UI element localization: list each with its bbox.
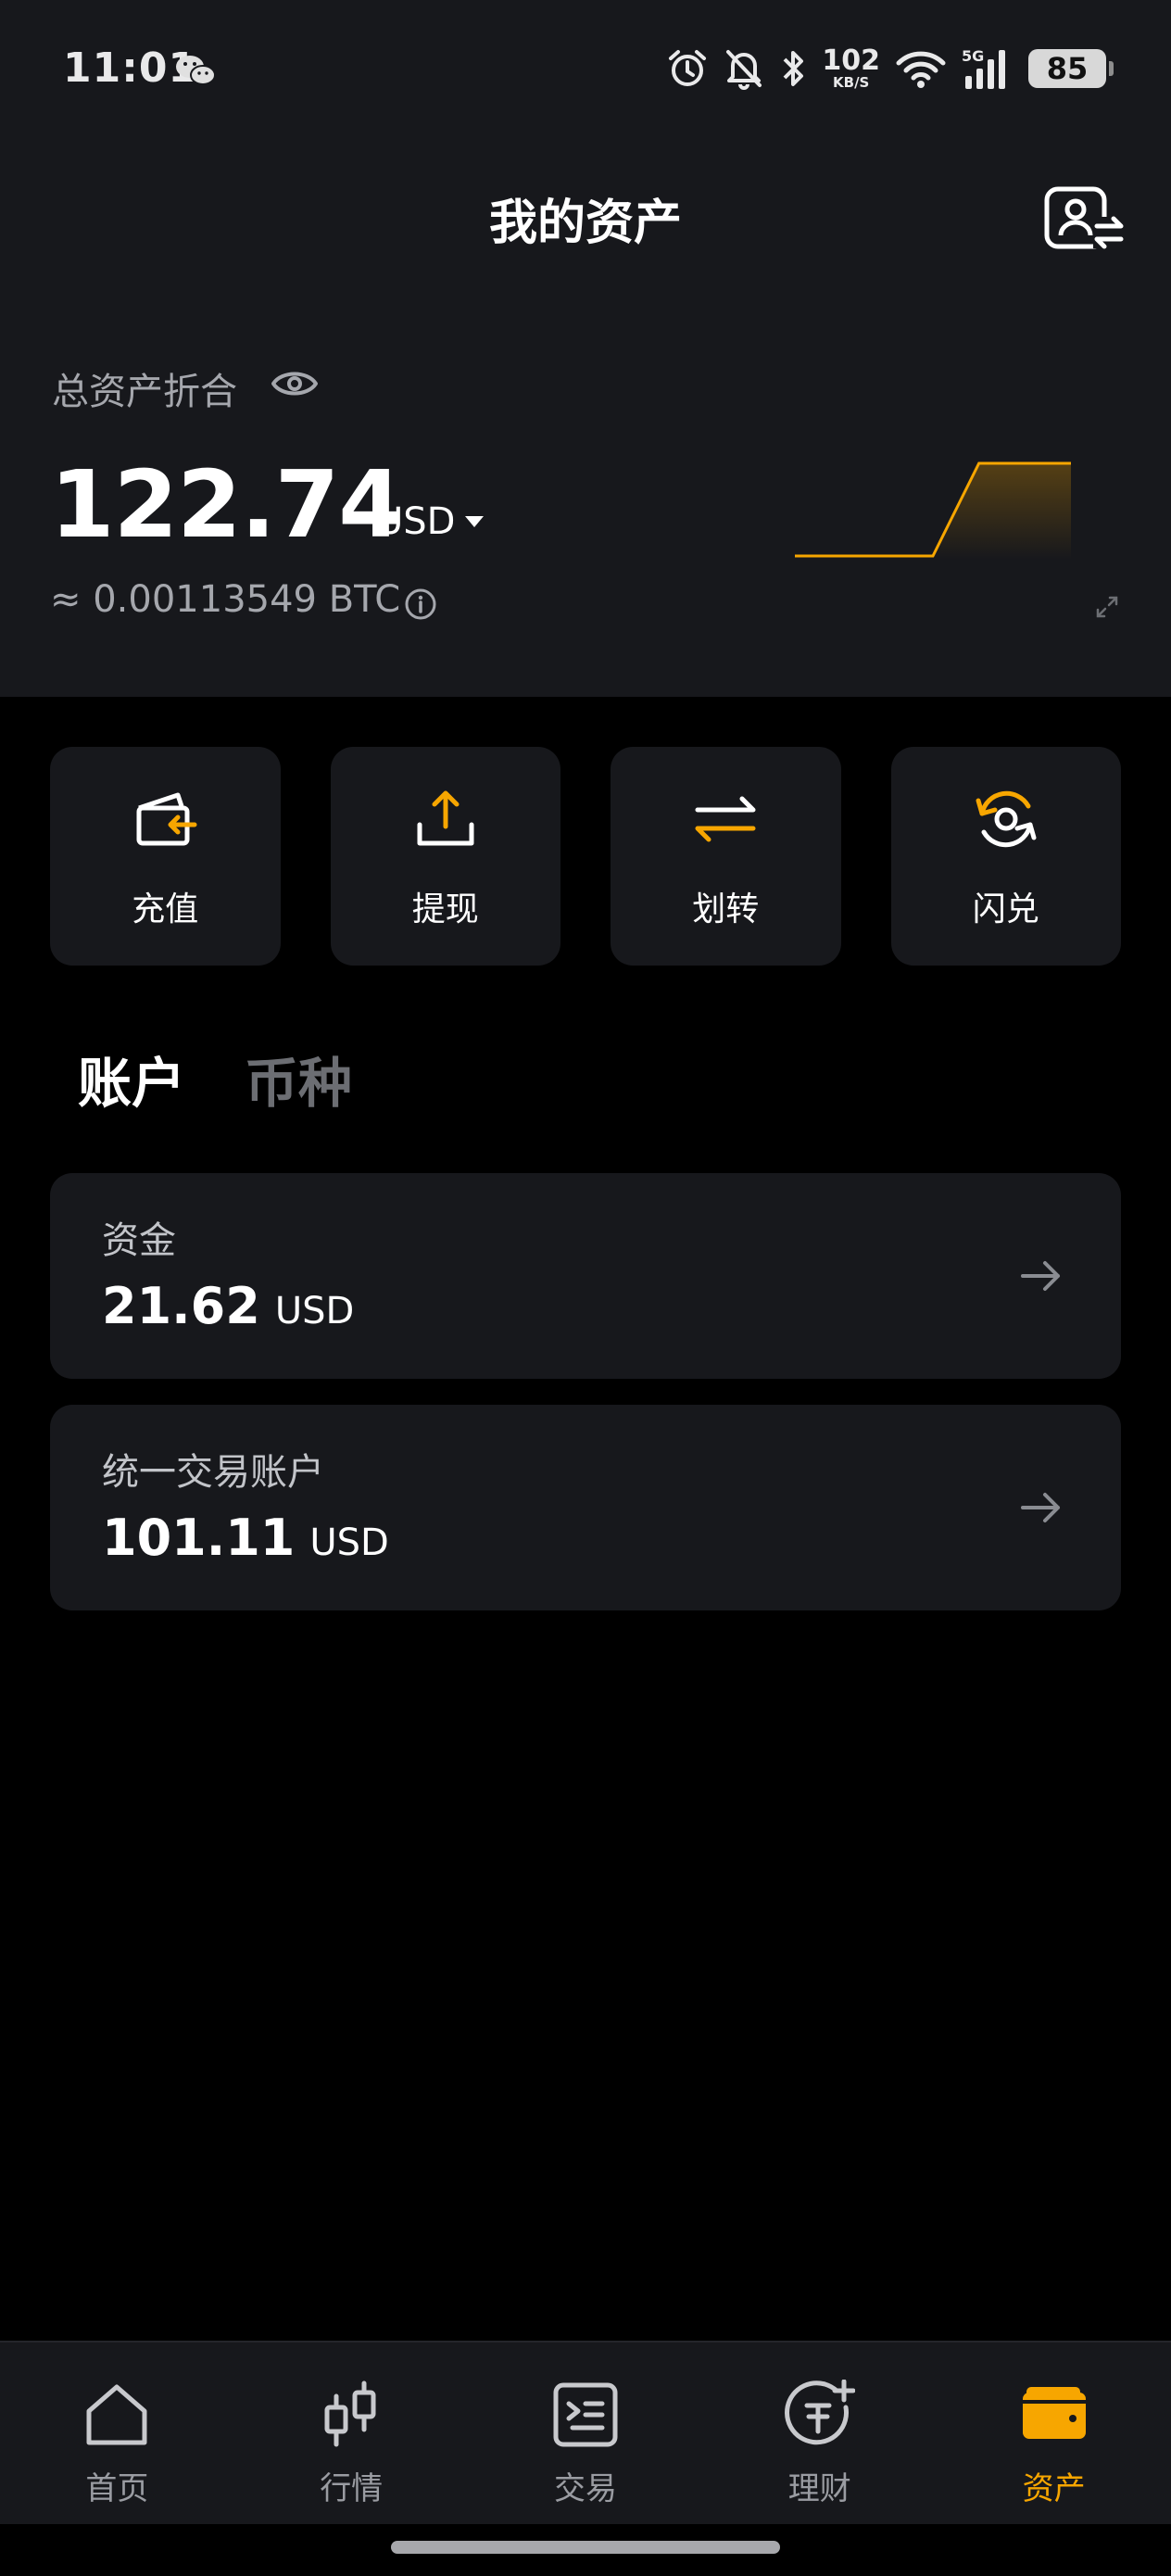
expand-icon[interactable] (1093, 593, 1121, 621)
account-name: 统一交易账户 (102, 1451, 324, 1494)
nav-label: 首页 (85, 2470, 149, 2507)
home-icon (86, 2384, 147, 2445)
caret-down-icon (465, 516, 485, 527)
header-panel: 11:01 102 KB/S 5G 85 我的资产 总资产折合 122.74 U… (0, 0, 1171, 697)
network-speed-unit: KB/S (833, 74, 870, 91)
status-bar: 11:01 102 KB/S 5G 85 (0, 0, 1171, 139)
candlestick-icon (324, 2380, 376, 2447)
deposit-label: 充值 (132, 890, 199, 928)
total-assets-label: 总资产折合 (52, 371, 237, 413)
account-balance: 21.62 USD (102, 1277, 354, 1335)
btc-equivalent: ≈ 0.00113549 BTC (50, 578, 401, 621)
convert-label: 闪兑 (972, 890, 1039, 928)
account-switch-icon[interactable] (1043, 185, 1125, 252)
bell-off-icon (726, 50, 762, 90)
nav-earn[interactable]: 理财 (702, 2342, 937, 2524)
bottom-nav: 首页 行情 交易 理财 资产 (0, 2341, 1171, 2524)
nav-trade[interactable]: 交易 (469, 2342, 703, 2524)
bluetooth-icon (783, 51, 804, 86)
withdraw-icon (417, 790, 474, 846)
convert-button[interactable]: 闪兑 (890, 747, 1121, 966)
nav-markets[interactable]: 行情 (234, 2342, 469, 2524)
nav-home[interactable]: 首页 (0, 2342, 234, 2524)
wechat-icon (176, 56, 216, 85)
status-icons: 102 KB/S 5G 85 (666, 41, 1114, 96)
info-icon[interactable] (404, 587, 437, 621)
wifi-icon (896, 51, 946, 88)
convert-icon (976, 790, 1037, 848)
arrow-right-icon (1021, 1261, 1060, 1291)
trend-area (795, 463, 1071, 560)
account-card-unified-trading[interactable]: 统一交易账户 101.11 USD (50, 1405, 1121, 1610)
account-balance-value: 21.62 (102, 1277, 260, 1335)
total-assets-value: 122.74 (50, 450, 403, 559)
account-balance-value: 101.11 (102, 1509, 296, 1567)
tab-coins[interactable]: 币种 (245, 1040, 352, 1118)
network-speed: 102 KB/S (822, 47, 880, 90)
deposit-button[interactable]: 充值 (50, 747, 281, 966)
withdraw-button[interactable]: 提现 (330, 747, 560, 966)
currency-label: USD (376, 500, 456, 543)
network-type-label: 5G (962, 47, 984, 65)
trade-icon (553, 2382, 618, 2447)
battery-icon: 85 (1028, 49, 1114, 88)
account-balance: 101.11 USD (102, 1509, 389, 1567)
earn-icon (784, 2380, 855, 2445)
nav-assets[interactable]: 资产 (937, 2342, 1171, 2524)
nav-label: 理财 (787, 2470, 851, 2507)
transfer-icon (695, 796, 756, 842)
account-card-funding[interactable]: 资金 21.62 USD (50, 1173, 1121, 1379)
alarm-icon (669, 50, 707, 86)
wallet-icon (1022, 2387, 1086, 2439)
page-title: 我的资产 (488, 196, 682, 251)
signal-icon: 5G (962, 47, 1005, 89)
network-speed-value: 102 (822, 44, 880, 77)
tab-accounts[interactable]: 账户 (78, 1040, 185, 1118)
currency-select[interactable]: USD (376, 500, 485, 543)
account-balance-currency: USD (309, 1522, 389, 1564)
transfer-label: 划转 (692, 890, 760, 928)
eye-icon[interactable] (271, 363, 319, 404)
arrow-right-icon (1021, 1493, 1060, 1522)
asset-tabs: 账户 币种 (78, 1040, 352, 1118)
account-balance-currency: USD (274, 1290, 355, 1332)
quick-actions: 充值 提现 划转 闪兑 (50, 747, 1121, 966)
withdraw-label: 提现 (411, 890, 479, 928)
home-indicator (391, 2541, 780, 2554)
nav-label: 行情 (320, 2470, 384, 2507)
transfer-button[interactable]: 划转 (611, 747, 841, 966)
nav-label: 资产 (1022, 2470, 1086, 2507)
asset-trend-chart[interactable] (793, 445, 1089, 575)
deposit-icon (136, 792, 197, 846)
account-name: 资金 (102, 1219, 176, 1262)
nav-label: 交易 (553, 2470, 617, 2507)
